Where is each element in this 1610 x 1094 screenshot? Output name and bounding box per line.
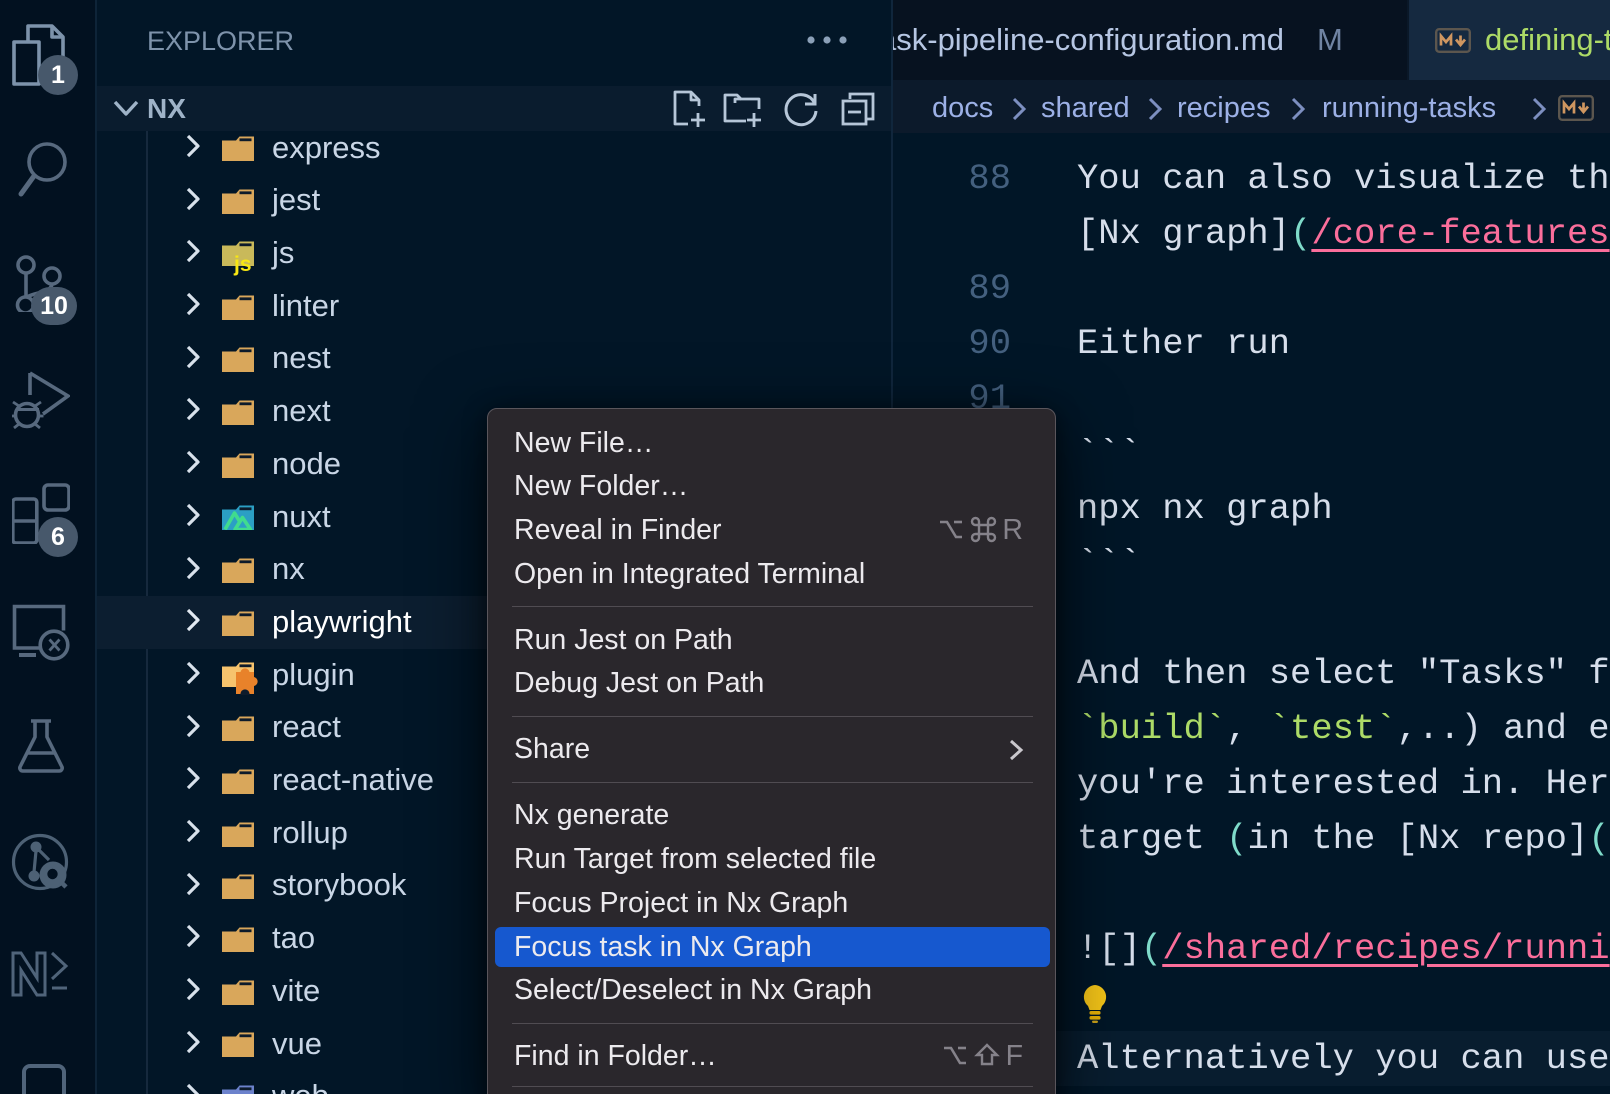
- svg-text:js: js: [233, 253, 252, 276]
